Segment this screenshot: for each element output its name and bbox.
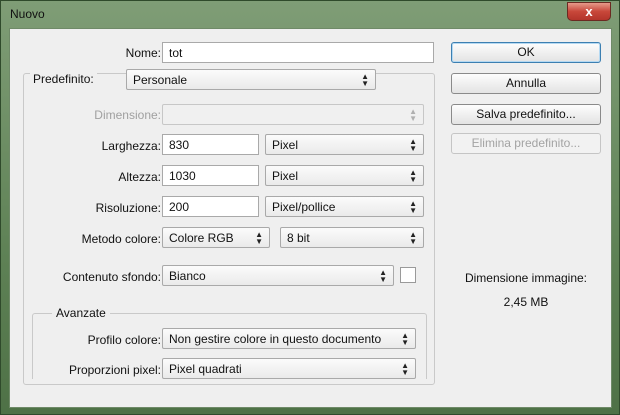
close-button[interactable]: x [567, 2, 611, 21]
dimensione-immagine-value: 2,45 MB [503, 295, 549, 309]
larghezza-unit-select[interactable]: Pixel ▲ ▼ [265, 134, 424, 155]
window-title: Nuovo [10, 7, 45, 21]
up-down-arrows-icon: ▲ ▼ [409, 168, 417, 184]
risoluzione-input[interactable]: 200 [162, 196, 259, 217]
dimensione-label: Dimensione: [94, 108, 161, 122]
profondita-bit-select[interactable]: 8 bit ▲ ▼ [280, 227, 424, 248]
up-down-arrows-icon: ▲ ▼ [255, 230, 263, 246]
metodo-colore-select[interactable]: Colore RGB ▲ ▼ [162, 227, 270, 248]
metodo-colore-value: Colore RGB [169, 231, 234, 245]
risoluzione-label: Risoluzione: [95, 201, 161, 215]
larghezza-input[interactable]: 830 [162, 134, 259, 155]
up-down-arrows-icon: ▲ ▼ [409, 230, 417, 246]
ok-button[interactable]: OK [451, 42, 601, 63]
nome-label: Nome: [125, 46, 161, 60]
metodo-colore-label: Metodo colore: [81, 232, 161, 246]
dialog-body: Nome: tot Predefinito: Personale ▲ ▼ Dime… [9, 28, 612, 408]
dimensione-immagine-label: Dimensione immagine: [464, 271, 588, 285]
up-down-arrows-icon: ▲ ▼ [361, 72, 369, 88]
dialog-window: Nuovo x Nome: tot Predefinito: Personale… [0, 0, 620, 415]
up-down-arrows-icon: ▲ ▼ [409, 107, 417, 123]
proporzioni-pixel-select[interactable]: Pixel quadrati ▲ ▼ [162, 358, 416, 379]
profondita-bit-value: 8 bit [287, 231, 310, 245]
annulla-button[interactable]: Annulla [451, 73, 601, 94]
dimensione-select: ▲ ▼ [162, 104, 424, 125]
profilo-colore-select[interactable]: Non gestire colore in questo documento ▲… [162, 328, 416, 349]
altezza-unit: Pixel [272, 169, 299, 183]
elimina-predefinito-button: Elimina predefinito... [451, 133, 601, 154]
nome-input[interactable]: tot [162, 42, 434, 63]
avanzate-legend: Avanzate [52, 306, 110, 320]
up-down-arrows-icon: ▲ ▼ [409, 199, 417, 215]
close-icon: x [585, 4, 593, 19]
title-bar[interactable]: Nuovo x [1, 1, 620, 27]
predefinito-select[interactable]: Personale ▲ ▼ [126, 69, 376, 90]
contenuto-sfondo-label: Contenuto sfondo: [62, 270, 161, 284]
altezza-unit-select[interactable]: Pixel ▲ ▼ [265, 165, 424, 186]
predefinito-label: Predefinito: [30, 72, 97, 86]
up-down-arrows-icon: ▲ ▼ [401, 331, 409, 347]
altezza-label: Altezza: [118, 170, 161, 184]
up-down-arrows-icon: ▲ ▼ [409, 137, 417, 153]
risoluzione-unit: Pixel/pollice [272, 200, 336, 214]
predefinito-value: Personale [133, 73, 188, 87]
larghezza-label: Larghezza: [101, 139, 161, 153]
profilo-colore-value: Non gestire colore in questo documento [169, 332, 382, 346]
contenuto-sfondo-value: Bianco [169, 269, 206, 283]
larghezza-unit: Pixel [272, 138, 299, 152]
up-down-arrows-icon: ▲ ▼ [379, 268, 387, 284]
proporzioni-pixel-label: Proporzioni pixel: [68, 363, 161, 377]
contenuto-sfondo-select[interactable]: Bianco ▲ ▼ [162, 265, 394, 286]
risoluzione-unit-select[interactable]: Pixel/pollice ▲ ▼ [265, 196, 424, 217]
background-color-swatch[interactable] [400, 267, 416, 283]
up-down-arrows-icon: ▲ ▼ [401, 361, 409, 377]
altezza-input[interactable]: 1030 [162, 165, 259, 186]
profilo-colore-label: Profilo colore: [87, 333, 161, 347]
proporzioni-pixel-value: Pixel quadrati [169, 362, 242, 376]
salva-predefinito-button[interactable]: Salva predefinito... [451, 104, 601, 125]
